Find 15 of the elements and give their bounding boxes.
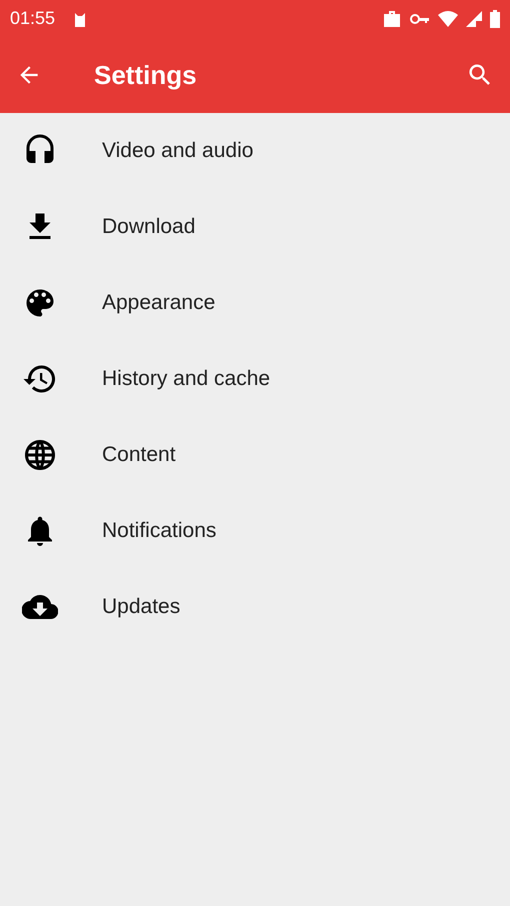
wifi-icon (438, 10, 458, 26)
settings-item[interactable]: Appearance (0, 265, 510, 341)
signal-icon (466, 10, 482, 26)
settings-item[interactable]: Video and audio (0, 113, 510, 189)
settings-item[interactable]: Notifications (0, 493, 510, 569)
key-icon (410, 12, 430, 26)
settings-item[interactable]: Updates (0, 569, 510, 645)
battery-icon (490, 10, 500, 28)
briefcase-icon (382, 10, 402, 28)
clock-time: 01:55 (10, 7, 56, 30)
screen-title: Settings (94, 58, 197, 92)
globe-icon (22, 437, 58, 473)
settings-item[interactable]: Content (0, 417, 510, 493)
settings-item[interactable]: History and cache (0, 341, 510, 417)
settings-item[interactable]: Download (0, 189, 510, 265)
